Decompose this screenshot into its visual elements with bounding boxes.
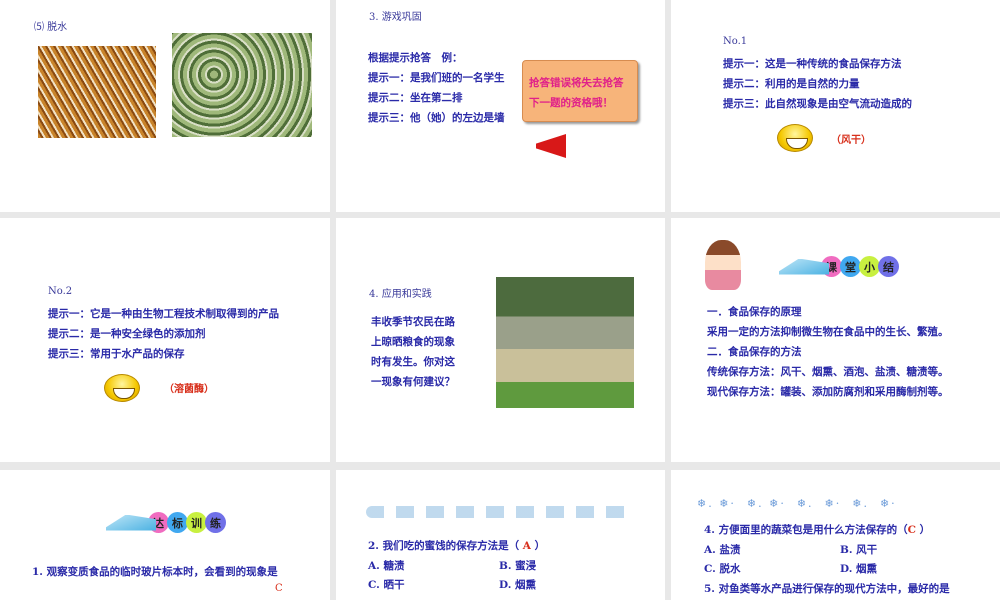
callout-text: 抢答错误将失去抢答 — [529, 77, 624, 89]
text-line: 提示二：坐在第二排 — [368, 92, 463, 104]
slide-thumbnail-3[interactable]: No.1 提示一：这是一种传统的食品保存方法 提示二：利用的是自然的力量 提示三… — [671, 0, 1000, 212]
text-line: 时有发生。你对这 — [371, 356, 455, 368]
option-b: B. 风干 — [840, 544, 878, 556]
badge-char: 结 — [878, 256, 899, 277]
answer-text: （溶菌酶） — [164, 384, 214, 395]
question-text: 5. 对鱼类等水产品进行保存的现代方法中，最好的是 — [704, 583, 950, 595]
dried-vegetable-photo-1 — [38, 46, 156, 138]
option-a: A. 盐渍 — [704, 544, 741, 556]
slide-thumbnail-9[interactable]: ❄. ❄· ❄. ❄· ❄. ❄· ❄. ❄· 4. 方便面里的蔬菜包是用什么方… — [671, 470, 1000, 600]
option-c: C. 脱水 — [704, 563, 741, 575]
callout-text: 下一题的资格哦！ — [529, 97, 613, 109]
option-b: B. 蜜浸 — [499, 560, 537, 572]
option-d: D. 烟熏 — [499, 579, 537, 591]
badge-char: 堂 — [840, 256, 861, 277]
speech-callout: 抢答错误将失去抢答 下一题的资格哦！ — [522, 60, 638, 122]
text-line: 提示三：常用于水产品的保存 — [48, 348, 185, 360]
text-line: 现代保存方法：罐装、添加防腐剂和采用酶制剂等。 — [707, 386, 949, 398]
text-line: 上晾晒粮食的现象 — [371, 336, 455, 348]
snowflake-border-decoration: ❄. ❄· ❄. ❄· ❄. ❄· ❄. ❄· — [697, 497, 897, 510]
slide-thumbnail-1[interactable]: ⑸ 脱水 — [0, 0, 330, 212]
badge-char: 练 — [205, 512, 226, 533]
answer-text: C — [275, 583, 283, 594]
section-badge: 课 堂 小 结 — [779, 256, 899, 277]
slide-thumbnail-7[interactable]: 达 标 训 练 1. 观察变质食品的临时玻片标本时，会看到的现象是 C — [0, 470, 330, 600]
text-line: 根据提示抢答 例： — [368, 52, 463, 64]
text-line: 提示一：它是一种由生物工程技术制取得到的产品 — [48, 308, 279, 320]
slide-thumbnail-8[interactable]: 2. 我们吃的蜜饯的保存方法是（ A ） A. 糖渍 B. 蜜浸 C. 晒干 D… — [336, 470, 665, 600]
text-line: 提示二：利用的是自然的力量 — [723, 78, 860, 90]
cloud-border-decoration — [366, 506, 636, 518]
slide-thumbnail-2[interactable]: 3. 游戏巩固 根据提示抢答 例： 提示一：是我们班的一名学生 提示二：坐在第二… — [336, 0, 665, 212]
question-text: 2. 我们吃的蜜饯的保存方法是（ A ） — [368, 538, 545, 553]
slide-thumbnail-5[interactable]: 4. 应用和实践 丰收季节农民在路 上晾晒粮食的现象 时有发生。你对这 一现象有… — [336, 218, 665, 462]
badge-char: 训 — [186, 512, 207, 533]
slide-number-label: No.1 — [723, 36, 748, 47]
answer-text: C — [907, 524, 916, 536]
text-line: 二．食品保存的方法 — [707, 346, 802, 358]
grinning-emoji-icon — [777, 124, 813, 152]
slide-title: 4. 应用和实践 — [369, 289, 432, 300]
question-close: ） — [919, 524, 931, 536]
slide-title: ⑸ 脱水 — [34, 22, 68, 33]
text-line: 传统保存方法：风干、烟熏、酒泡、盐渍、糖渍等。 — [707, 366, 949, 378]
option-a: A. 糖渍 — [368, 560, 405, 572]
option-c: C. 晒干 — [368, 579, 405, 591]
text-line: 提示二：是一种安全绿色的添加剂 — [48, 328, 206, 340]
badge-char: 小 — [859, 256, 880, 277]
text-line: 提示三：他（她）的左边是墙 — [368, 112, 505, 124]
question-text: 4. 方便面里的蔬菜包是用什么方法保存的（C ） — [704, 522, 930, 537]
text-line: 采用一定的方法抑制微生物在食品中的生长、繁殖。 — [707, 326, 949, 338]
question-label: 2. 我们吃的蜜饯的保存方法是（ — [368, 540, 520, 552]
answer-text: A — [522, 540, 531, 552]
slide-thumbnail-6[interactable]: 课 堂 小 结 一．食品保存的原理 采用一定的方法抑制微生物在食品中的生长、繁殖… — [671, 218, 1000, 462]
text-line: 提示一：是我们班的一名学生 — [368, 72, 505, 84]
dried-vegetable-photo-2 — [172, 33, 312, 137]
answer-text: （风干） — [831, 135, 871, 146]
slide-thumbnail-4[interactable]: No.2 提示一：它是一种由生物工程技术制取得到的产品 提示二：是一种安全绿色的… — [0, 218, 330, 462]
grinning-emoji-icon — [104, 374, 140, 402]
question-close: ） — [534, 540, 546, 552]
slide-title: 3. 游戏巩固 — [369, 12, 422, 23]
text-line: 丰收季节农民在路 — [371, 316, 455, 328]
badge-char: 标 — [167, 512, 188, 533]
megaphone-icon — [536, 134, 566, 158]
slide-number-label: No.2 — [48, 286, 73, 297]
text-line: 提示三：此自然现象是由空气流动造成的 — [723, 98, 912, 110]
girl-thinking-illustration — [705, 240, 741, 290]
grain-drying-road-photo — [496, 277, 634, 408]
text-line: 一现象有何建议？ — [371, 376, 455, 388]
text-line: 提示一：这是一种传统的食品保存方法 — [723, 58, 902, 70]
question-label: 4. 方便面里的蔬菜包是用什么方法保存的（ — [704, 524, 908, 536]
option-d: D. 烟熏 — [840, 563, 878, 575]
section-badge: 达 标 训 练 — [106, 512, 226, 533]
question-text: 1. 观察变质食品的临时玻片标本时，会看到的现象是 — [32, 566, 278, 578]
text-line: 一．食品保存的原理 — [707, 306, 802, 318]
